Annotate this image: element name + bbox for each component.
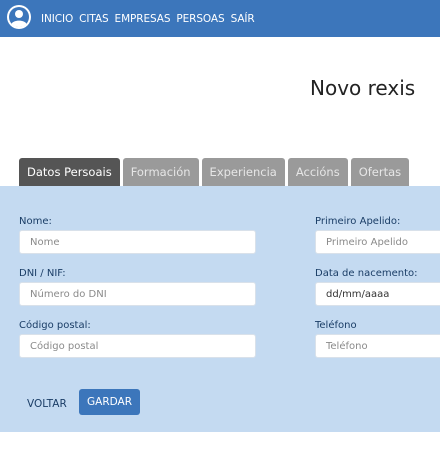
nav-link-persoas[interactable]: PERSOAS	[176, 13, 224, 25]
nacemento-label: Data de nacemento:	[315, 268, 418, 279]
back-button[interactable]: VOLTAR	[27, 398, 67, 410]
page-title: Novo rexis	[310, 76, 416, 100]
dni-input[interactable]: Número do DNI	[19, 282, 256, 306]
form-panel: Nome: Nome Primeiro Apelido: Primeiro Ap…	[0, 186, 440, 432]
user-avatar-icon[interactable]	[6, 4, 32, 30]
telefono-input[interactable]: Teléfono	[315, 334, 440, 358]
tab-experiencia[interactable]: Experiencia	[201, 158, 285, 186]
apelido-label: Primeiro Apelido:	[315, 216, 401, 227]
tab-accions[interactable]: Accións	[287, 158, 348, 186]
nome-input[interactable]: Nome	[19, 230, 256, 254]
nome-label: Nome:	[19, 216, 52, 227]
postal-input[interactable]: Código postal	[19, 334, 256, 358]
tab-datos-persoais[interactable]: Datos Persoais	[19, 158, 120, 186]
nav-link-empresas[interactable]: EMPRESAS	[115, 13, 171, 25]
tab-formacion[interactable]: Formación	[122, 158, 199, 186]
nacemento-date-input[interactable]: dd/mm/aaaa	[315, 282, 440, 306]
nav-link-sair[interactable]: SAÍR	[231, 13, 255, 25]
nav-link-inicio[interactable]: INICIO	[41, 13, 73, 25]
telefono-label: Teléfono	[315, 320, 357, 331]
dni-label: DNI / NIF:	[19, 268, 66, 279]
tab-bar: Datos Persoais Formación Experiencia Acc…	[19, 158, 410, 186]
save-button[interactable]: GARDAR	[79, 389, 140, 415]
main-nav: INICIO CITAS EMPRESAS PERSOAS SAÍR	[41, 0, 255, 37]
tab-ofertas[interactable]: Ofertas	[350, 158, 410, 186]
postal-label: Código postal:	[19, 320, 91, 331]
nav-link-citas[interactable]: CITAS	[79, 13, 108, 25]
top-navbar: INICIO CITAS EMPRESAS PERSOAS SAÍR	[0, 0, 440, 37]
apelido-input[interactable]: Primeiro Apelido	[315, 230, 440, 254]
